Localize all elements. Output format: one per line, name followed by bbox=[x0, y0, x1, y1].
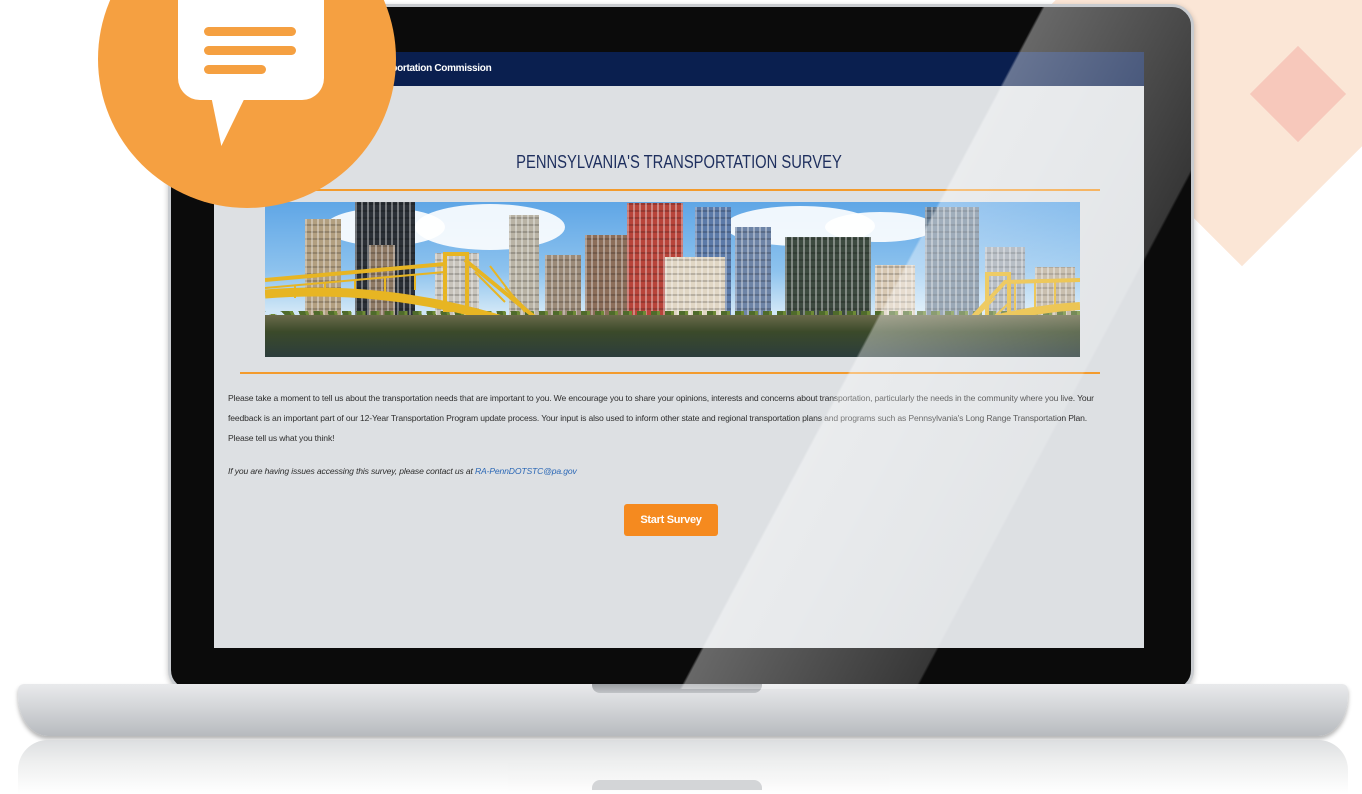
laptop-base bbox=[18, 684, 1348, 736]
survey-description: Please take a moment to tell us about th… bbox=[228, 393, 1094, 443]
contact-line: If you are having issues accessing this … bbox=[228, 466, 928, 476]
chat-bubble-tail bbox=[203, 94, 247, 146]
skyline-banner-image bbox=[265, 202, 1080, 357]
start-survey-button[interactable]: Start Survey bbox=[624, 504, 718, 536]
divider-top bbox=[240, 189, 1100, 191]
laptop-notch bbox=[592, 684, 762, 693]
laptop-reflection bbox=[18, 740, 1348, 794]
contact-email-link[interactable]: RA-PennDOTSTC@pa.gov bbox=[475, 466, 577, 476]
divider-bottom bbox=[240, 372, 1100, 374]
page-title: PENNSYLVANIA'S TRANSPORTATION SURVEY bbox=[516, 152, 842, 172]
contact-text: If you are having issues accessing this … bbox=[228, 466, 475, 476]
